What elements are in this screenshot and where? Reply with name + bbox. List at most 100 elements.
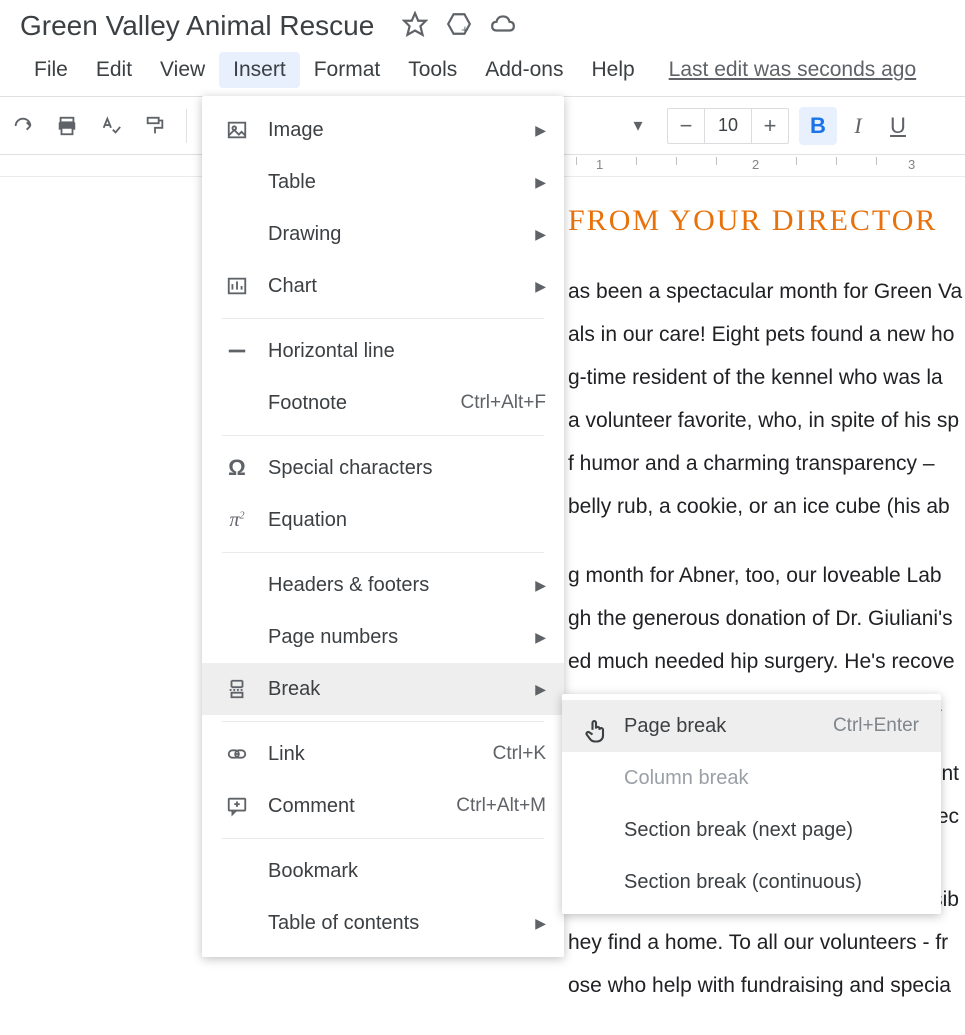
chart-icon [222,275,252,297]
submenu-arrow-icon: ▶ [535,629,546,646]
insert-menu-item-table-of-contents[interactable]: Table of contents▶ [202,897,564,949]
menu-separator [222,721,544,722]
paint-format-icon[interactable] [136,107,174,145]
insert-menu-item-footnote[interactable]: FootnoteCtrl+Alt+F [202,377,564,429]
document-line: g-time resident of the kennel who was la [568,356,965,399]
menu-item-label: Break [268,678,525,701]
break-submenu-item-page-break[interactable]: Page breakCtrl+Enter [562,700,941,752]
menu-item-label: Table of contents [268,912,525,935]
menu-item-label: Page numbers [268,626,525,649]
menu-item-shortcut: Ctrl+Alt+F [460,392,546,414]
submenu-arrow-icon: ▶ [535,226,546,243]
menu-view[interactable]: View [146,52,219,88]
italic-button[interactable]: I [839,107,877,145]
drive-move-icon[interactable]: + [446,11,472,42]
insert-menu-item-table[interactable]: Table ▶ [202,156,564,208]
insert-menu-item-image[interactable]: Image ▶ [202,104,564,156]
menu-item-shortcut: Ctrl+Alt+M [456,795,546,817]
menu-item-label: Chart [268,275,525,298]
document-line: belly rub, a cookie, or an ice cube (his… [568,485,965,528]
menu-separator [222,435,544,436]
menu-item-label: Table [268,171,525,194]
break-submenu-item-section-break-continuous-[interactable]: Section break (continuous) [562,856,941,908]
document-title[interactable]: Green Valley Animal Rescue [20,10,374,42]
cloud-status-icon[interactable] [490,11,516,42]
submenu-arrow-icon: ▶ [535,174,546,191]
menu-help[interactable]: Help [577,52,648,88]
insert-menu-item-headers-footers[interactable]: Headers & footers ▶ [202,559,564,611]
break-submenu-popup: Page breakCtrl+Enter Column break Section … [562,694,941,914]
bold-button[interactable]: B [799,107,837,145]
document-line: gh the generous donation of Dr. Giuliani… [568,597,965,640]
font-size-value[interactable]: 10 [704,109,752,143]
link-icon [222,743,252,765]
menu-item-label: Equation [268,509,546,532]
insert-menu-item-drawing[interactable]: Drawing ▶ [202,208,564,260]
menu-addons[interactable]: Add-ons [471,52,577,88]
break-icon [222,678,252,700]
document-line: g month for Abner, too, our loveable Lab [568,554,965,597]
font-size-decrease[interactable]: − [668,108,704,144]
menu-separator [222,318,544,319]
submenu-item-label: Section break (next page) [624,819,919,842]
star-icon[interactable] [402,11,428,42]
image-icon [222,119,252,141]
document-line: ed much needed hip surgery. He's recove [568,640,965,683]
ruler-mark: 3 [908,157,915,172]
pointer-cursor-icon [582,717,610,745]
menu-separator [222,552,544,553]
svg-text:+: + [461,21,469,36]
ruler-mark: 2 [752,157,759,172]
omega-icon: Ω [222,455,252,481]
menu-item-shortcut: Ctrl+K [493,743,546,765]
submenu-item-label: Page break [624,715,833,738]
insert-menu-item-break[interactable]: Break ▶ [202,663,564,715]
insert-menu-item-equation[interactable]: π2 Equation [202,494,564,546]
menu-edit[interactable]: Edit [82,52,146,88]
title-icons: + [402,11,516,42]
document-line: f humor and a charming transparency – [568,442,965,485]
submenu-arrow-icon: ▶ [535,681,546,698]
font-size-control: − 10 + [667,108,789,144]
menu-item-label: Special characters [268,457,546,480]
insert-menu-item-comment[interactable]: CommentCtrl+Alt+M [202,780,564,832]
spellcheck-icon[interactable] [92,107,130,145]
font-size-increase[interactable]: + [752,108,788,144]
insert-menu-item-page-numbers[interactable]: Page numbers ▶ [202,611,564,663]
last-edit-link[interactable]: Last edit was seconds ago [669,58,917,82]
insert-menu-item-bookmark[interactable]: Bookmark [202,845,564,897]
print-icon[interactable] [48,107,86,145]
underline-button[interactable]: U [879,107,917,145]
menu-item-label: Drawing [268,223,525,246]
toolbar-separator [186,109,187,143]
insert-menu-item-horizontal-line[interactable]: Horizontal line [202,325,564,377]
submenu-item-shortcut: Ctrl+Enter [833,715,919,737]
menu-insert[interactable]: Insert [219,52,300,88]
document-line: a volunteer favorite, who, in spite of h… [568,399,965,442]
break-submenu-item-section-break-next-page-[interactable]: Section break (next page) [562,804,941,856]
submenu-item-label: Column break [624,767,919,790]
document-line: as been a spectacular month for Green Va [568,270,965,313]
ruler-mark: 1 [596,157,603,172]
menu-format[interactable]: Format [300,52,395,88]
menu-item-label: Link [268,743,493,766]
menu-item-label: Image [268,119,525,142]
document-line: hey find a home. To all our volunteers -… [568,921,965,964]
hr-icon [222,340,252,362]
menu-item-label: Comment [268,795,456,818]
insert-menu-item-chart[interactable]: Chart▶ [202,260,564,312]
menu-file[interactable]: File [20,52,82,88]
insert-menu-item-special-characters[interactable]: Ω Special characters [202,442,564,494]
font-dropdown-caret[interactable]: ▾ [619,107,657,145]
pi-icon: π2 [222,509,252,532]
title-bar: Green Valley Animal Rescue + [0,0,965,46]
redo-icon[interactable] [4,107,42,145]
document-line: als in our care! Eight pets found a new … [568,313,965,356]
menu-item-label: Headers & footers [268,574,525,597]
submenu-arrow-icon: ▶ [535,577,546,594]
menu-tools[interactable]: Tools [394,52,471,88]
submenu-arrow-icon: ▶ [535,122,546,139]
menubar: File Edit View Insert Format Tools Add-o… [0,46,965,96]
insert-menu-item-link[interactable]: LinkCtrl+K [202,728,564,780]
menu-item-label: Horizontal line [268,340,546,363]
